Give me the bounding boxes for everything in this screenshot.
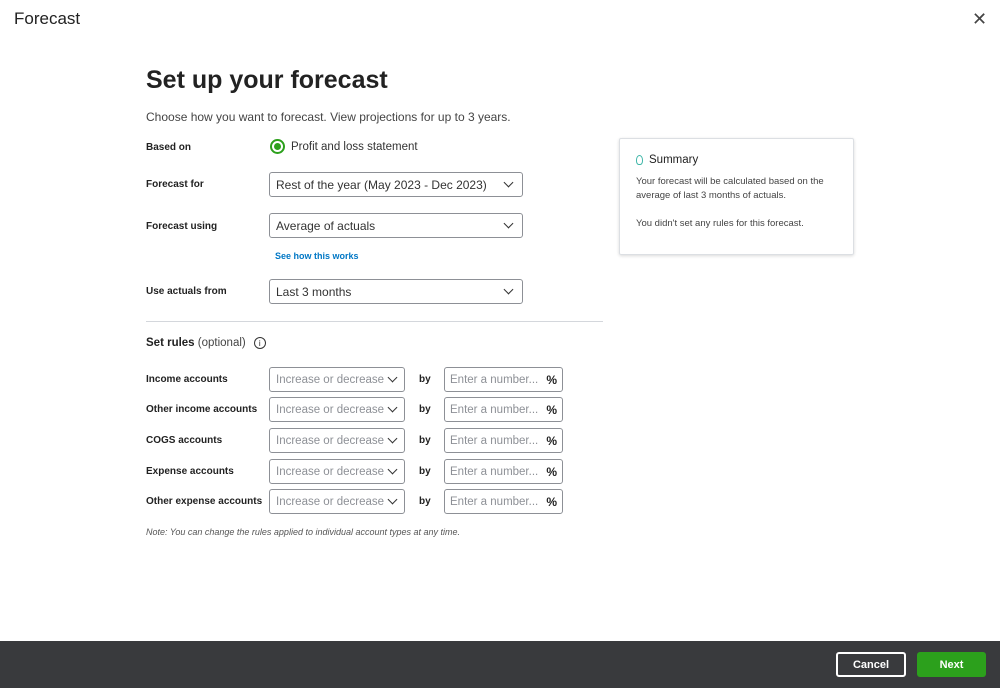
use-actuals-select[interactable]: Last 3 months	[269, 279, 523, 304]
rule-direction-select[interactable]: Increase or decrease	[269, 397, 405, 422]
chevron-down-icon	[387, 402, 398, 413]
rule-label: Other expense accounts	[146, 496, 263, 507]
rule-label: Income accounts	[146, 374, 228, 385]
rule-percent-input[interactable]: Enter a number...%	[444, 367, 563, 392]
summary-rules-text: You didn't set any rules for this foreca…	[636, 218, 804, 229]
see-how-link[interactable]: See how this works	[275, 251, 359, 261]
by-label: by	[419, 374, 431, 385]
rules-note: Note: You can change the rules applied t…	[146, 527, 461, 537]
rule-direction-select[interactable]: Increase or decrease	[269, 367, 405, 392]
percent-icon: %	[546, 372, 557, 387]
forecast-for-value: Rest of the year (May 2023 - Dec 2023)	[276, 177, 487, 192]
based-on-label: Based on	[146, 142, 192, 153]
window-title: Forecast	[14, 9, 81, 28]
forecast-using-select[interactable]: Average of actuals	[269, 213, 523, 238]
rules-title: Set rules	[146, 337, 195, 350]
rule-direction-placeholder: Increase or decrease	[276, 465, 385, 478]
percent-icon: %	[546, 494, 557, 509]
percent-icon: %	[546, 464, 557, 479]
cancel-button[interactable]: Cancel	[836, 652, 906, 677]
rule-direction-select[interactable]: Increase or decrease	[269, 428, 405, 453]
chevron-down-icon	[503, 284, 514, 295]
rules-optional: (optional)	[197, 337, 246, 350]
rule-percent-input[interactable]: Enter a number...%	[444, 428, 563, 453]
rule-percent-placeholder: Enter a number...	[450, 434, 539, 447]
rule-direction-placeholder: Increase or decrease	[276, 434, 385, 447]
use-actuals-value: Last 3 months	[276, 284, 352, 299]
by-label: by	[419, 466, 431, 477]
rule-percent-placeholder: Enter a number...	[450, 495, 539, 508]
summary-text: Your forecast will be calculated based o…	[636, 176, 824, 201]
pl-statement-label: Profit and loss statement	[291, 141, 418, 153]
rule-label: COGS accounts	[146, 435, 223, 446]
chevron-down-icon	[387, 494, 398, 505]
forecast-using-value: Average of actuals	[276, 218, 376, 233]
rule-percent-placeholder: Enter a number...	[450, 465, 539, 478]
rule-percent-placeholder: Enter a number...	[450, 373, 539, 386]
chevron-down-icon	[387, 433, 398, 444]
rule-percent-placeholder: Enter a number...	[450, 403, 539, 416]
rule-direction-select[interactable]: Increase or decrease	[269, 489, 405, 514]
info-icon[interactable]: i	[253, 337, 266, 349]
percent-icon: %	[546, 402, 557, 417]
percent-icon: %	[546, 433, 557, 448]
chevron-down-icon	[503, 218, 514, 229]
rule-label: Expense accounts	[146, 466, 234, 477]
rule-percent-input[interactable]: Enter a number...%	[444, 489, 563, 514]
page-title: Set up your forecast	[146, 66, 388, 94]
forecast-using-label: Forecast using	[146, 221, 218, 232]
rule-direction-placeholder: Increase or decrease	[276, 373, 385, 386]
rule-direction-placeholder: Increase or decrease	[276, 403, 385, 416]
rule-percent-input[interactable]: Enter a number...%	[444, 397, 563, 422]
rule-label: Other income accounts	[146, 404, 258, 415]
next-button[interactable]: Next	[917, 652, 986, 677]
chevron-down-icon	[503, 177, 514, 188]
pl-statement-radio[interactable]	[270, 139, 285, 154]
lightbulb-icon	[636, 155, 643, 165]
by-label: by	[419, 435, 431, 446]
use-actuals-label: Use actuals from	[146, 286, 227, 297]
rule-direction-placeholder: Increase or decrease	[276, 495, 385, 508]
by-label: by	[419, 496, 431, 507]
close-icon[interactable]: ✕	[972, 9, 987, 30]
rule-percent-input[interactable]: Enter a number...%	[444, 459, 563, 484]
by-label: by	[419, 404, 431, 415]
forecast-for-select[interactable]: Rest of the year (May 2023 - Dec 2023)	[269, 172, 523, 197]
rule-direction-select[interactable]: Increase or decrease	[269, 459, 405, 484]
chevron-down-icon	[387, 464, 398, 475]
summary-card: Summary Your forecast will be calculated…	[619, 138, 854, 255]
forecast-for-label: Forecast for	[146, 179, 204, 190]
rules-heading: Set rules (optional) i	[146, 337, 266, 349]
divider	[146, 321, 603, 322]
subtitle: Choose how you want to forecast. View pr…	[146, 110, 511, 124]
summary-title: Summary	[649, 154, 699, 166]
chevron-down-icon	[387, 372, 398, 383]
